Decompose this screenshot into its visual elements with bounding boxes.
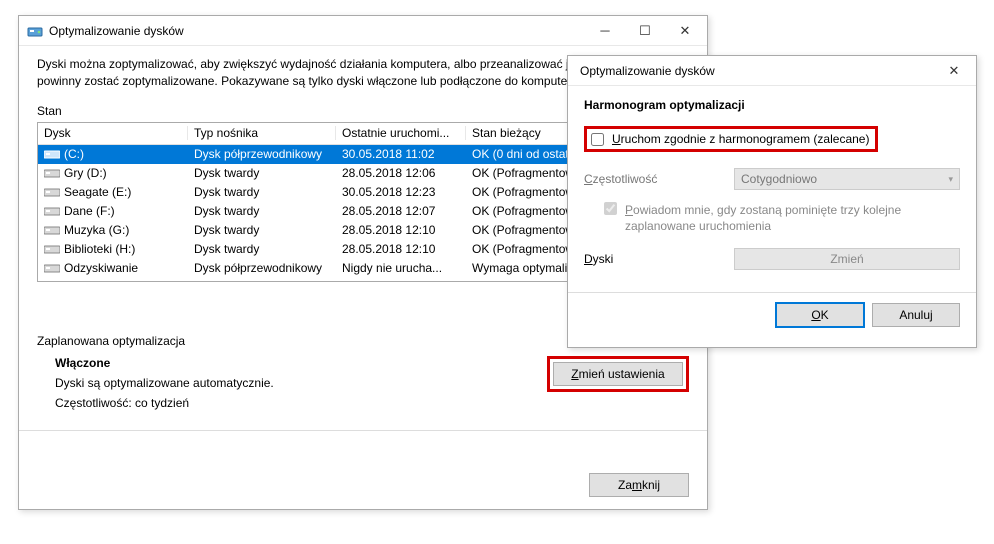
dialog-heading: Harmonogram optymalizacji (584, 98, 960, 112)
highlight-schedule-checkbox: Uruchom zgodnie z harmonogramem (zalecan… (584, 126, 878, 152)
ok-button[interactable]: OK (776, 303, 864, 327)
run-on-schedule-label: Uruchom zgodnie z harmonogramem (zalecan… (612, 132, 869, 146)
cell-last-run: 28.05.2018 12:10 (336, 223, 466, 237)
maximize-button[interactable]: ☐ (625, 17, 665, 45)
schedule-status: Włączone (55, 356, 547, 370)
drive-icon (44, 186, 60, 198)
cell-media-type: Dysk twardy (188, 223, 336, 237)
cell-media-type: Dysk półprzewodnikowy (188, 261, 336, 275)
notify-missed-label: Powiadom mnie, gdy zostaną pominięte trz… (625, 202, 960, 234)
schedule-line-1: Dyski są optymalizowane automatycznie. (55, 376, 547, 390)
choose-disks-label: Zmień (830, 252, 863, 266)
col-media-type[interactable]: Typ nośnika (188, 126, 336, 140)
dialog-titlebar[interactable]: Optymalizowanie dysków ✕ (568, 56, 976, 86)
cell-disk: Gry (D:) (38, 166, 188, 180)
footer-divider (19, 430, 707, 431)
cell-last-run: 28.05.2018 12:06 (336, 166, 466, 180)
cell-last-run: 28.05.2018 12:07 (336, 204, 466, 218)
drive-icon (44, 205, 60, 217)
choose-disks-button[interactable]: Zmień (734, 248, 960, 270)
col-last-run[interactable]: Ostatnie uruchomi... (336, 126, 466, 140)
close-window-button[interactable]: Zamknij (589, 473, 689, 497)
notify-missed-checkbox (604, 202, 617, 215)
cell-disk: Biblioteki (H:) (38, 242, 188, 256)
cell-disk: (C:) (38, 147, 188, 161)
run-on-schedule-checkbox[interactable] (591, 133, 604, 146)
schedule-line-2: Częstotliwość: co tydzień (55, 396, 547, 410)
drive-optimize-icon (27, 23, 43, 39)
cancel-button[interactable]: Anuluj (872, 303, 960, 327)
cell-media-type: Dysk twardy (188, 204, 336, 218)
main-titlebar[interactable]: Optymalizowanie dysków ─ ☐ ✕ (19, 16, 707, 46)
drive-icon (44, 262, 60, 274)
main-title: Optymalizowanie dysków (49, 24, 585, 38)
col-disk[interactable]: Dysk (38, 126, 188, 140)
cell-media-type: Dysk twardy (188, 242, 336, 256)
minimize-button[interactable]: ─ (585, 17, 625, 45)
close-button[interactable]: ✕ (665, 17, 705, 45)
close-window-label: Zamknij (618, 478, 660, 492)
cell-last-run: 30.05.2018 11:02 (336, 147, 466, 161)
frequency-value: Cotygodniowo (741, 172, 817, 186)
ok-label: OK (811, 308, 828, 322)
cell-disk: Seagate (E:) (38, 185, 188, 199)
drive-icon (44, 243, 60, 255)
dialog-close-button[interactable]: ✕ (934, 57, 974, 85)
drive-icon (44, 148, 60, 160)
cell-last-run: Nigdy nie urucha... (336, 261, 466, 275)
schedule-dialog: Optymalizowanie dysków ✕ Harmonogram opt… (567, 55, 977, 348)
drive-icon (44, 224, 60, 236)
cell-disk: Muzyka (G:) (38, 223, 188, 237)
cell-media-type: Dysk półprzewodnikowy (188, 147, 336, 161)
cell-media-type: Dysk twardy (188, 185, 336, 199)
chevron-down-icon: ▾ (948, 174, 953, 185)
change-settings-button[interactable]: Zmień ustawienia (553, 362, 683, 386)
cancel-label: Anuluj (899, 308, 932, 322)
change-settings-label: Zmień ustawienia (571, 367, 664, 381)
cell-last-run: 28.05.2018 12:10 (336, 242, 466, 256)
cell-disk: Odzyskiwanie (38, 261, 188, 275)
dialog-title: Optymalizowanie dysków (576, 64, 934, 78)
highlight-change-settings: Zmień ustawienia (547, 356, 689, 392)
drive-icon (44, 167, 60, 179)
frequency-select[interactable]: Cotygodniowo ▾ (734, 168, 960, 190)
cell-media-type: Dysk twardy (188, 166, 336, 180)
frequency-label: Częstotliwość (584, 172, 734, 186)
cell-last-run: 30.05.2018 12:23 (336, 185, 466, 199)
cell-disk: Dane (F:) (38, 204, 188, 218)
disks-label: Dyski (584, 252, 734, 266)
